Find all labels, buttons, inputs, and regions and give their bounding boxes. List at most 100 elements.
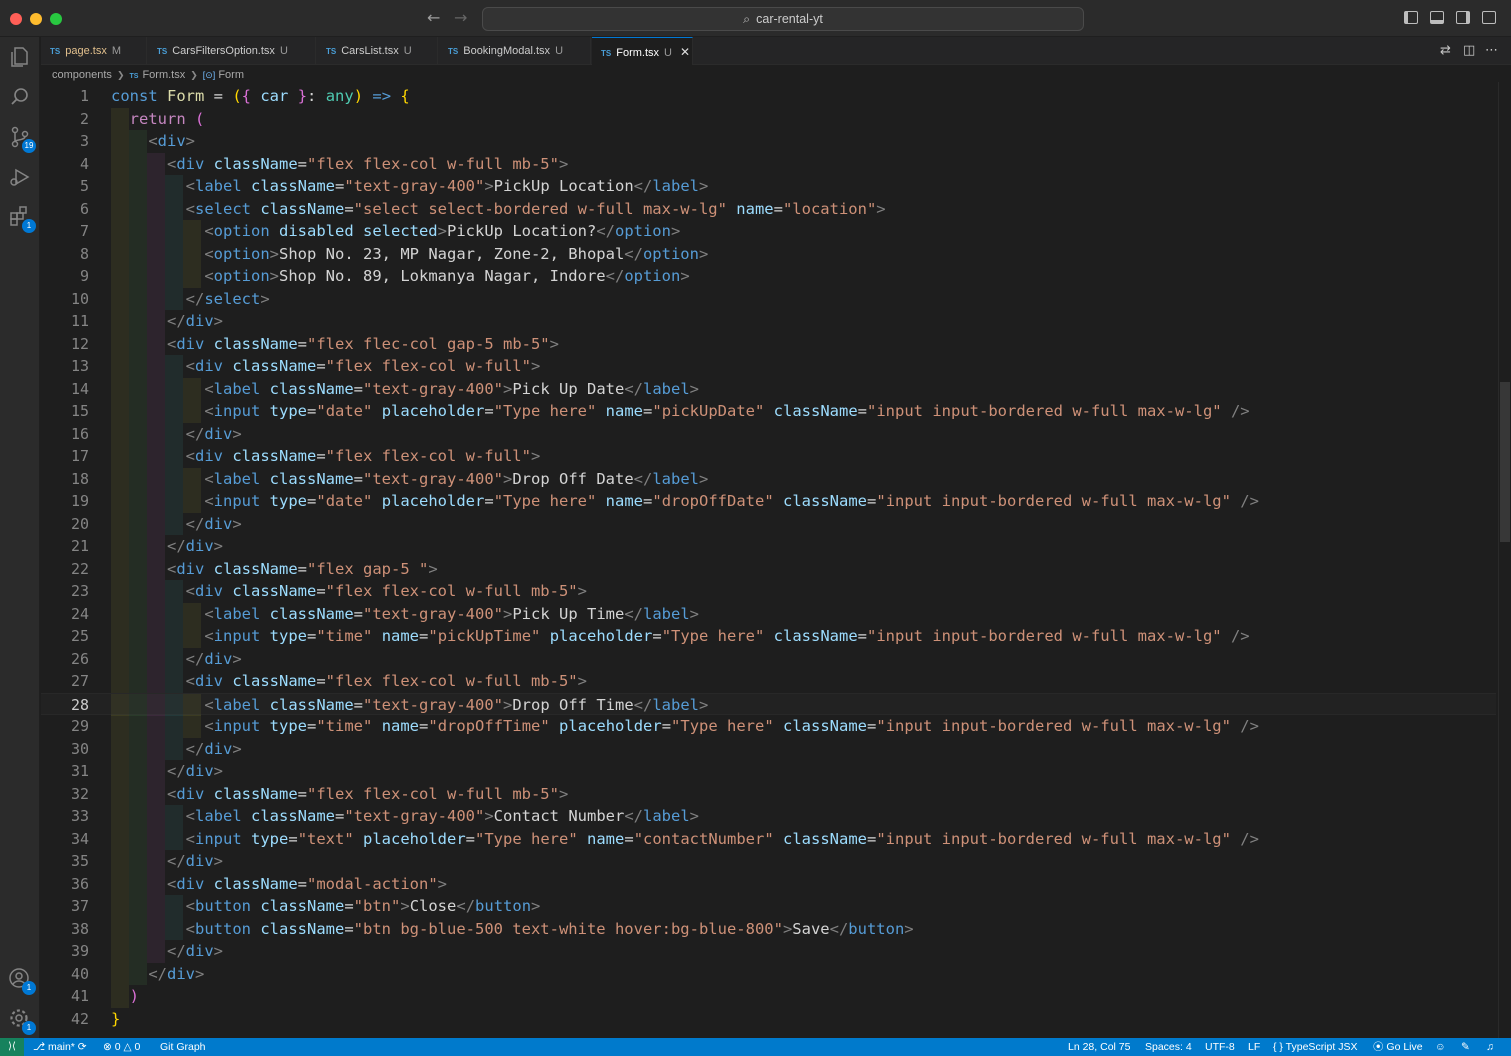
scrollbar-thumb[interactable] (1500, 382, 1510, 542)
code-line[interactable]: 42} (41, 1008, 1496, 1031)
code-line[interactable]: 24 <label className="text-gray-400">Pick… (41, 602, 1496, 625)
code-line[interactable]: 7 <option disabled selected>PickUp Locat… (41, 220, 1496, 243)
tab-bookingmodal-tsx[interactable]: TS BookingModal.tsx U (439, 37, 591, 65)
code-text: <label className="text-gray-400">PickUp … (185, 177, 709, 195)
remote-indicator-icon[interactable]: ⟩⟨ (0, 1038, 24, 1056)
back-arrow-icon[interactable]: ← (427, 8, 440, 27)
split-editor-icon[interactable]: ◫ (1463, 43, 1475, 58)
tab-label: CarsFiltersOption.tsx (172, 45, 275, 57)
warning-icon: △ (120, 1041, 135, 1053)
line-number: 24 (70, 604, 89, 623)
code-line[interactable]: 20 </div> (41, 512, 1496, 535)
code-line[interactable]: 41 ) (41, 985, 1496, 1008)
code-line[interactable]: 26 </div> (41, 647, 1496, 670)
breadcrumb-folder[interactable]: components (52, 69, 112, 81)
feedback-icon[interactable]: ✎ (1461, 1038, 1470, 1056)
copilot-icon[interactable]: ☺ (1435, 1038, 1446, 1056)
accounts-icon[interactable]: 1 (6, 965, 36, 995)
code-line[interactable]: 36 <div className="modal-action"> (41, 872, 1496, 895)
code-line[interactable]: 29 <input type="time" name="dropOffTime"… (41, 715, 1496, 738)
code-line[interactable]: 1 const Form = ({ car }: any) => { (41, 85, 1496, 108)
close-tab-icon[interactable]: ✕ (680, 45, 690, 59)
code-line[interactable]: 17 <div className="flex flex-col w-full"… (41, 445, 1496, 468)
language-mode[interactable]: { } TypeScript JSX (1273, 1038, 1357, 1056)
source-control-icon[interactable]: 19 (6, 123, 36, 153)
code-line[interactable]: 25 <input type="time" name="pickUpTime" … (41, 625, 1496, 648)
code-line[interactable]: 22 <div className="flex gap-5 "> (41, 557, 1496, 580)
customize-layout-icon[interactable] (1482, 11, 1496, 24)
code-line[interactable]: 8 <option>Shop No. 23, MP Nagar, Zone-2,… (41, 242, 1496, 265)
code-line[interactable]: 40 </div> (41, 962, 1496, 985)
code-line[interactable]: 11 </div> (41, 310, 1496, 333)
minimize-window-button[interactable] (30, 13, 42, 25)
code-line[interactable]: 30 </div> (41, 737, 1496, 760)
toggle-primary-sidebar-icon[interactable] (1404, 11, 1418, 24)
indentation-status[interactable]: Spaces: 4 (1145, 1038, 1192, 1056)
toggle-secondary-sidebar-icon[interactable] (1456, 11, 1470, 24)
code-line[interactable]: 38 <button className="btn bg-blue-500 te… (41, 917, 1496, 940)
problems-status[interactable]: ⊗ 0 △ 0 (103, 1038, 140, 1056)
tab-carslist-tsx[interactable]: TS CarsList.tsx U (317, 37, 438, 65)
code-line[interactable]: 16 </div> (41, 422, 1496, 445)
line-number: 37 (70, 897, 89, 915)
code-line[interactable]: 13 <div className="flex flex-col w-full"… (41, 355, 1496, 378)
code-text: const Form = ({ car }: any) => { (111, 87, 410, 105)
code-editor[interactable]: 1 const Form = ({ car }: any) => {2 retur… (41, 82, 1496, 1038)
source-control-badge: 19 (22, 139, 36, 153)
code-line[interactable]: 28 <label className="text-gray-400">Drop… (41, 692, 1496, 716)
code-text: <button className="btn">Close</button> (185, 897, 541, 915)
eol-status[interactable]: LF (1248, 1038, 1260, 1056)
notifications-bell-icon[interactable]: ♫ (1486, 1038, 1494, 1056)
code-line[interactable]: 4 <div className="flex flex-col w-full m… (41, 152, 1496, 175)
code-line[interactable]: 12 <div className="flex flec-col gap-5 m… (41, 332, 1496, 355)
line-number: 21 (70, 537, 89, 555)
code-line[interactable]: 33 <label className="text-gray-400">Cont… (41, 805, 1496, 828)
code-line[interactable]: 14 <label className="text-gray-400">Pick… (41, 377, 1496, 400)
explorer-icon[interactable] (6, 43, 34, 71)
tab-form-tsx[interactable]: TS Form.tsx U ✕ (592, 37, 693, 65)
forward-arrow-icon[interactable]: → (454, 8, 467, 27)
toggle-panel-icon[interactable] (1430, 11, 1444, 24)
code-line[interactable]: 2 return ( (41, 107, 1496, 130)
go-live-button[interactable]: ⦿ Go Live (1373, 1038, 1423, 1056)
code-line[interactable]: 37 <button className="btn">Close</button… (41, 895, 1496, 918)
compare-changes-icon[interactable]: ⇄ (1440, 43, 1451, 58)
code-line[interactable]: 21 </div> (41, 535, 1496, 558)
cursor-position[interactable]: Ln 28, Col 75 (1068, 1038, 1130, 1056)
more-actions-icon[interactable]: ⋯ (1485, 43, 1498, 58)
vscode-window: ← → ⌕ car-rental-yt 19 1 1 1 TS page.tsx… (0, 0, 1511, 1056)
breadcrumb-symbol[interactable]: Form (218, 69, 244, 81)
code-line[interactable]: 19 <input type="date" placeholder="Type … (41, 490, 1496, 513)
search-icon[interactable] (6, 83, 34, 111)
line-number: 42 (70, 1009, 89, 1028)
branch-status[interactable]: ⎇ main* ⟳ (33, 1038, 87, 1056)
tab-page-tsx[interactable]: TS page.tsx M (41, 37, 147, 65)
sync-icon: ⟳ (74, 1041, 87, 1053)
vertical-scrollbar[interactable] (1498, 82, 1511, 1038)
code-line[interactable]: 5 <label className="text-gray-400">PickU… (41, 175, 1496, 198)
code-line[interactable]: 18 <label className="text-gray-400">Drop… (41, 467, 1496, 490)
code-line[interactable]: 27 <div className="flex flex-col w-full … (41, 670, 1496, 693)
code-line[interactable]: 23 <div className="flex flex-col w-full … (41, 580, 1496, 603)
encoding-status[interactable]: UTF-8 (1205, 1038, 1235, 1056)
git-graph-button[interactable]: Git Graph (160, 1038, 206, 1056)
code-line[interactable]: 6 <select className="select select-borde… (41, 197, 1496, 220)
code-line[interactable]: 15 <input type="date" placeholder="Type … (41, 400, 1496, 423)
line-number: 40 (70, 964, 89, 983)
code-line[interactable]: 34 <input type="text" placeholder="Type … (41, 827, 1496, 850)
maximize-window-button[interactable] (50, 13, 62, 25)
code-line[interactable]: 9 <option>Shop No. 89, Lokmanya Nagar, I… (41, 265, 1496, 288)
close-window-button[interactable] (10, 13, 22, 25)
gear-icon[interactable]: 1 (6, 1005, 36, 1035)
code-line[interactable]: 32 <div className="flex flex-col w-full … (41, 782, 1496, 805)
breadcrumb-file[interactable]: Form.tsx (142, 69, 185, 81)
code-line[interactable]: 3 <div> (41, 130, 1496, 153)
run-debug-icon[interactable] (6, 163, 34, 191)
tab-carsfiltersoption-tsx[interactable]: TS CarsFiltersOption.tsx U (148, 37, 316, 65)
code-line[interactable]: 35 </div> (41, 850, 1496, 873)
code-line[interactable]: 39 </div> (41, 940, 1496, 963)
command-center-search[interactable]: ⌕ car-rental-yt (482, 7, 1084, 31)
code-line[interactable]: 10 </select> (41, 287, 1496, 310)
code-line[interactable]: 31 </div> (41, 760, 1496, 783)
extensions-icon[interactable]: 1 (6, 203, 36, 233)
